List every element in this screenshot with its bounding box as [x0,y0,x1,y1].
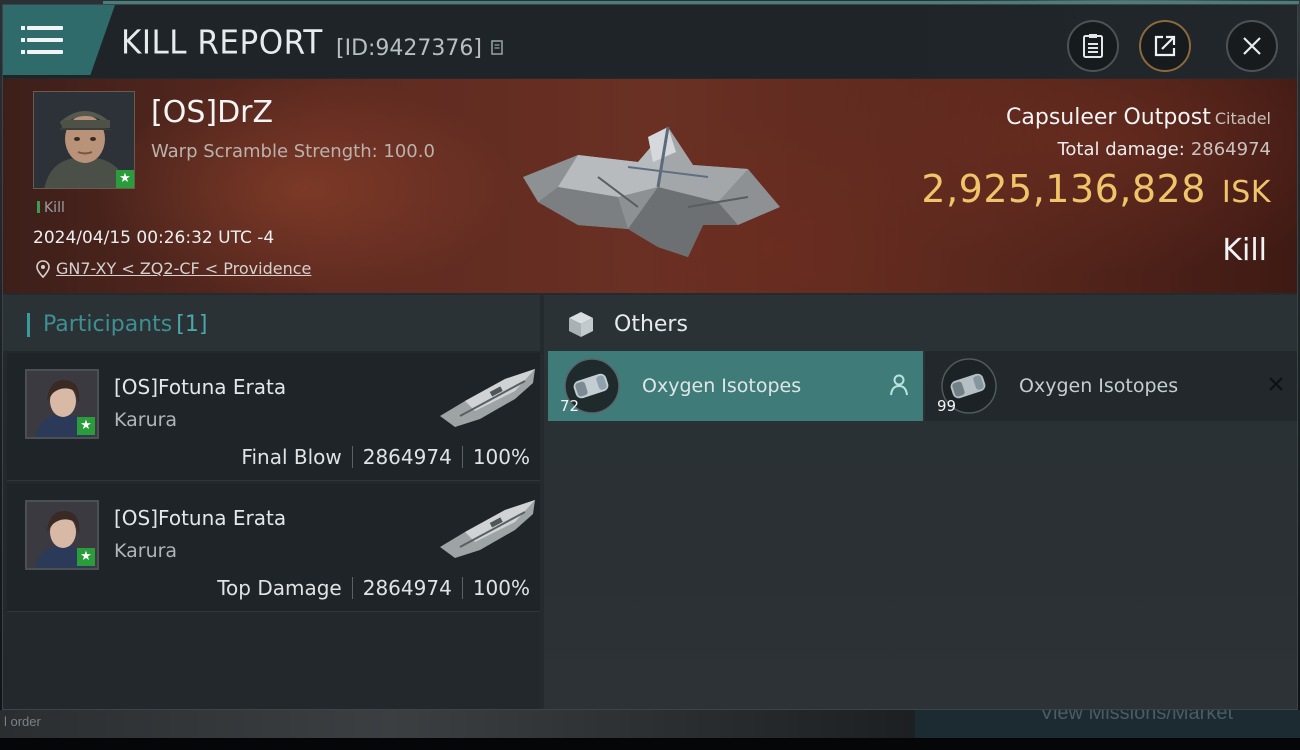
share-icon [1154,35,1176,57]
others-section: Others 72 Oxygen Isotopes 99 Oxygen Isot… [544,295,1297,709]
participant-ship: Karura [114,540,178,562]
menu-button[interactable] [3,5,115,75]
target-name: Capsuleer Outpost Citadel [1006,105,1271,130]
target-type-label: Capsuleer Outpost [1006,105,1211,130]
kill-tag: Kill [37,200,65,216]
kill-timestamp: 2024/04/15 00:26:32 UTC -4 [33,228,275,248]
total-damage: Total damage: 2864974 [1057,139,1271,160]
close-button[interactable] [1226,20,1278,72]
item-quantity: 72 [560,397,580,415]
location-pin-icon [36,259,50,278]
participant-damage: 2864974 [362,445,452,469]
total-damage-label: Total damage: [1057,139,1185,160]
target-class-label: Citadel [1214,109,1271,128]
participant-name[interactable]: [OS]Fotuna Erata [114,375,286,399]
report-id: [ID:9427376] [336,36,482,61]
participant-row[interactable]: ★ [OS]Fotuna Erata Karura Final Blow 286… [7,353,540,481]
item-name: Oxygen Isotopes [642,375,802,397]
participant-avatar: ★ [25,500,99,570]
participant-stats: Final Blow 2864974 100% [241,445,530,469]
structure-image [523,126,780,257]
cargo-box-icon [569,312,593,337]
participant-name[interactable]: [OS]Fotuna Erata [114,506,286,530]
victim-name[interactable]: [OS]DrZ [151,95,273,130]
item-quantity: 99 [937,397,957,415]
panel-header: KILL REPORT [ID:9427376] [3,5,1297,78]
item-name: Oxygen Isotopes [1019,375,1179,397]
result-label: Kill [1222,233,1267,268]
star-badge-icon: ★ [116,170,134,188]
participants-label: Participants [43,312,173,337]
isk-unit: ISK [1221,175,1271,210]
menu-icon [21,26,63,30]
kill-report-panel: KILL REPORT [ID:9427376] ★ [OS]DrZ Warp … [2,1,1299,710]
participant-ship: Karura [114,409,178,431]
participant-role: Final Blow [241,445,342,469]
participant-ship-image [440,369,535,427]
destroyed-x-icon [1269,377,1283,391]
loot-item[interactable]: 72 Oxygen Isotopes [548,351,923,421]
background-order-text: l order [4,714,41,729]
person-icon [890,374,908,396]
close-icon [1243,37,1261,55]
victim-portrait[interactable]: ★ [33,91,135,189]
victim-detail: Warp Scramble Strength: 100.0 [151,141,435,162]
kill-banner: ★ [OS]DrZ Warp Scramble Strength: 100.0 … [3,79,1297,293]
page-title: KILL REPORT [121,24,323,62]
share-button[interactable] [1139,20,1191,72]
copy-icon[interactable] [491,38,506,56]
clipboard-icon [1083,34,1103,58]
isk-value: 2,925,136,828 ISK [921,167,1271,211]
participant-role: Top Damage [217,576,342,600]
participants-section: Participants [1] ★ [OS]Fotuna Erata Karur… [3,295,540,709]
star-badge-icon: ★ [77,417,95,435]
participant-percent: 100% [472,445,530,469]
clipboard-button[interactable] [1067,20,1119,72]
kill-location[interactable]: GN7-XY < ZQ2-CF < Providence [36,259,311,278]
others-label: Others [614,312,688,337]
participant-damage: 2864974 [362,576,452,600]
star-badge-icon: ★ [77,548,95,566]
total-damage-value: 2864974 [1190,139,1271,160]
participant-stats: Top Damage 2864974 100% [217,576,530,600]
participant-ship-image [440,500,535,558]
participant-percent: 100% [472,576,530,600]
others-header: Others [544,295,1297,351]
loot-item[interactable]: 99 Oxygen Isotopes [925,351,1297,421]
participants-count: [1] [176,312,208,337]
participant-row[interactable]: ★ [OS]Fotuna Erata Karura Top Damage 286… [7,484,540,612]
isk-amount: 2,925,136,828 [921,167,1206,211]
participants-header: Participants [1] [3,295,540,351]
location-link[interactable]: GN7-XY < ZQ2-CF < Providence [56,259,311,278]
participant-avatar: ★ [25,369,99,439]
